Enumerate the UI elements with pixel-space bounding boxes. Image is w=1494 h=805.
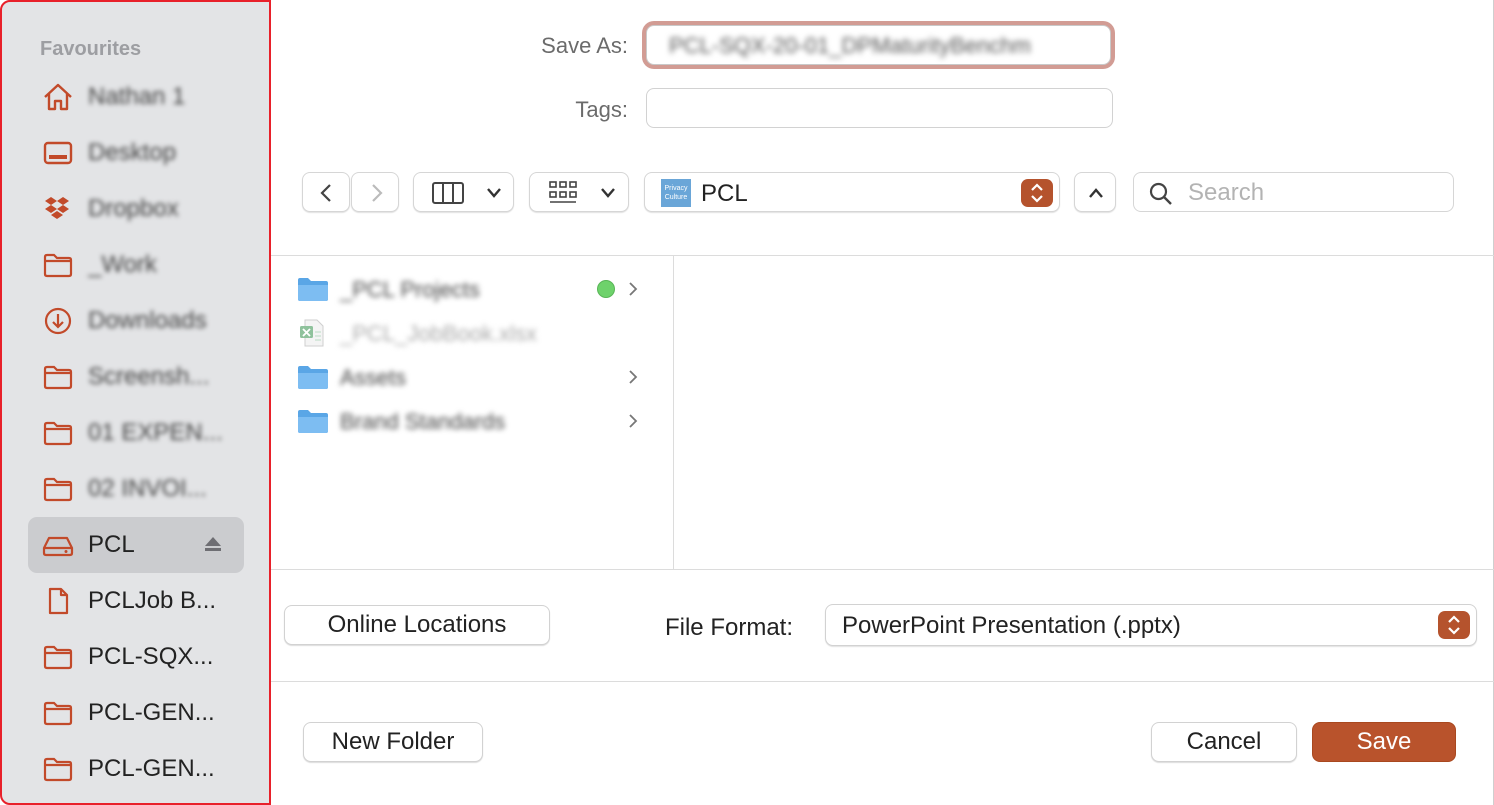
sidebar-item-invoices[interactable]: 02 INVOI... <box>28 461 244 517</box>
folder-icon <box>297 406 329 436</box>
file-format-value: PowerPoint Presentation (.pptx) <box>842 612 1181 639</box>
search-input[interactable] <box>1186 178 1440 208</box>
sidebar-item-expenses[interactable]: 01 EXPEN... <box>28 405 244 461</box>
sidebar-item-pcl-sqx[interactable]: PCL-SQX... <box>28 629 244 685</box>
tags-field[interactable] <box>646 88 1113 128</box>
sidebar-item-screenshots[interactable]: Screensh... <box>28 349 244 405</box>
chevron-right-icon <box>372 184 383 202</box>
sidebar-item-label: Nathan 1 <box>88 83 186 110</box>
location-label: PCL <box>701 180 748 207</box>
tags-label: Tags: <box>575 97 628 122</box>
drive-icon <box>42 530 74 560</box>
save-button[interactable]: Save <box>1312 722 1456 762</box>
location-popup[interactable]: Privacy Culture PCL <box>644 172 1060 212</box>
sidebar-item-downloads[interactable]: Downloads <box>28 293 244 349</box>
dropbox-icon <box>42 194 74 224</box>
sidebar-item-label: _Work <box>88 251 157 278</box>
search-icon <box>1149 182 1172 205</box>
sidebar-item-pcl-gen-2[interactable]: PCL-GEN... <box>28 741 244 797</box>
expand-collapse-button[interactable] <box>1074 172 1116 212</box>
file-name: Assets <box>340 365 407 390</box>
chevron-down-icon <box>487 188 501 198</box>
sidebar-item-label: 02 INVOI... <box>88 475 207 502</box>
sidebar: Favourites Nathan 1 Desktop Dropbox _Wor… <box>0 0 271 805</box>
chevron-right-icon <box>629 414 638 428</box>
save-dialog-main: Save As: PCL-SQX-20-01_DPMaturityBenchm … <box>271 0 1494 805</box>
chevron-right-icon <box>629 282 638 296</box>
folder-icon <box>42 250 74 280</box>
sidebar-item-label: 01 EXPEN... <box>88 419 223 446</box>
sidebar-item-pcljob[interactable]: PCLJob B... <box>28 573 244 629</box>
location-stepper[interactable] <box>1021 179 1053 207</box>
save-as-field[interactable]: PCL-SQX-20-01_DPMaturityBenchm <box>646 25 1111 65</box>
file-name: _PCL_JobBook.xlsx <box>340 321 537 346</box>
save-as-label: Save As: <box>541 33 628 58</box>
grid-view-icon <box>549 181 577 203</box>
folder-icon <box>297 274 329 304</box>
file-row-pcl-projects[interactable]: _PCL Projects <box>295 269 655 309</box>
desktop-icon <box>42 138 74 168</box>
sidebar-item-label: PCL-GEN... <box>88 699 215 726</box>
folder-icon <box>42 362 74 392</box>
favourites-heading: Favourites <box>40 38 142 60</box>
file-format-label: File Format: <box>664 614 793 641</box>
online-locations-button[interactable]: Online Locations <box>284 605 550 645</box>
sidebar-item-label: PCLJob B... <box>88 587 217 614</box>
sidebar-item-work[interactable]: _Work <box>28 237 244 293</box>
sidebar-item-desktop[interactable]: Desktop <box>28 125 244 181</box>
file-row-brand-standards[interactable]: Brand Standards <box>295 401 655 441</box>
footer-divider <box>271 681 1494 682</box>
column-divider[interactable] <box>673 256 674 569</box>
file-name: Brand Standards <box>340 409 506 434</box>
sidebar-item-label: Screensh... <box>88 363 210 390</box>
view-mode-button[interactable] <box>413 172 514 212</box>
new-folder-button[interactable]: New Folder <box>303 722 483 762</box>
search-field[interactable] <box>1133 172 1454 212</box>
file-name: _PCL Projects <box>340 277 480 302</box>
file-format-select[interactable]: PowerPoint Presentation (.pptx) <box>825 604 1477 646</box>
folder-icon <box>297 362 329 392</box>
folder-icon <box>42 474 74 504</box>
browser-top-divider <box>271 255 1494 256</box>
save-as-value: PCL-SQX-20-01_DPMaturityBenchm <box>669 33 1031 58</box>
forward-button[interactable] <box>351 172 399 212</box>
updown-chevron-icon <box>1448 615 1460 635</box>
columns-view-icon <box>432 182 464 204</box>
sidebar-item-pcl-gen-1[interactable]: PCL-GEN... <box>28 685 244 741</box>
sidebar-item-label: Dropbox <box>88 195 179 222</box>
sidebar-item-pcl[interactable]: PCL <box>28 517 244 573</box>
chevron-down-icon <box>601 188 615 198</box>
folder-icon <box>42 642 74 672</box>
sidebar-item-label: PCL-SQX... <box>88 643 214 670</box>
chevron-left-icon <box>320 184 331 202</box>
green-tag-dot <box>597 280 615 298</box>
updown-chevron-icon <box>1031 183 1043 203</box>
chevron-right-icon <box>629 370 638 384</box>
browser-bottom-divider <box>271 569 1494 570</box>
back-button[interactable] <box>302 172 350 212</box>
file-format-stepper[interactable] <box>1438 611 1470 639</box>
sidebar-item-label: Downloads <box>88 307 207 334</box>
cancel-button[interactable]: Cancel <box>1151 722 1297 762</box>
downloads-icon <box>42 306 74 336</box>
document-icon <box>42 586 74 616</box>
folder-icon <box>42 418 74 448</box>
folder-icon <box>42 754 74 784</box>
sidebar-item-dropbox[interactable]: Dropbox <box>28 181 244 237</box>
eject-icon[interactable] <box>202 533 224 555</box>
home-icon <box>42 82 74 112</box>
location-folder-icon: Privacy Culture <box>661 179 691 207</box>
file-row-assets[interactable]: Assets <box>295 357 655 397</box>
file-row-jobbook: _PCL_JobBook.xlsx <box>295 313 655 353</box>
folder-icon <box>42 698 74 728</box>
group-button[interactable] <box>529 172 629 212</box>
sidebar-item-home[interactable]: Nathan 1 <box>28 69 244 125</box>
sidebar-item-label: PCL-GEN... <box>88 755 215 782</box>
chevron-up-icon <box>1089 188 1103 198</box>
sidebar-item-label: Desktop <box>88 139 177 166</box>
excel-file-icon <box>297 318 329 348</box>
